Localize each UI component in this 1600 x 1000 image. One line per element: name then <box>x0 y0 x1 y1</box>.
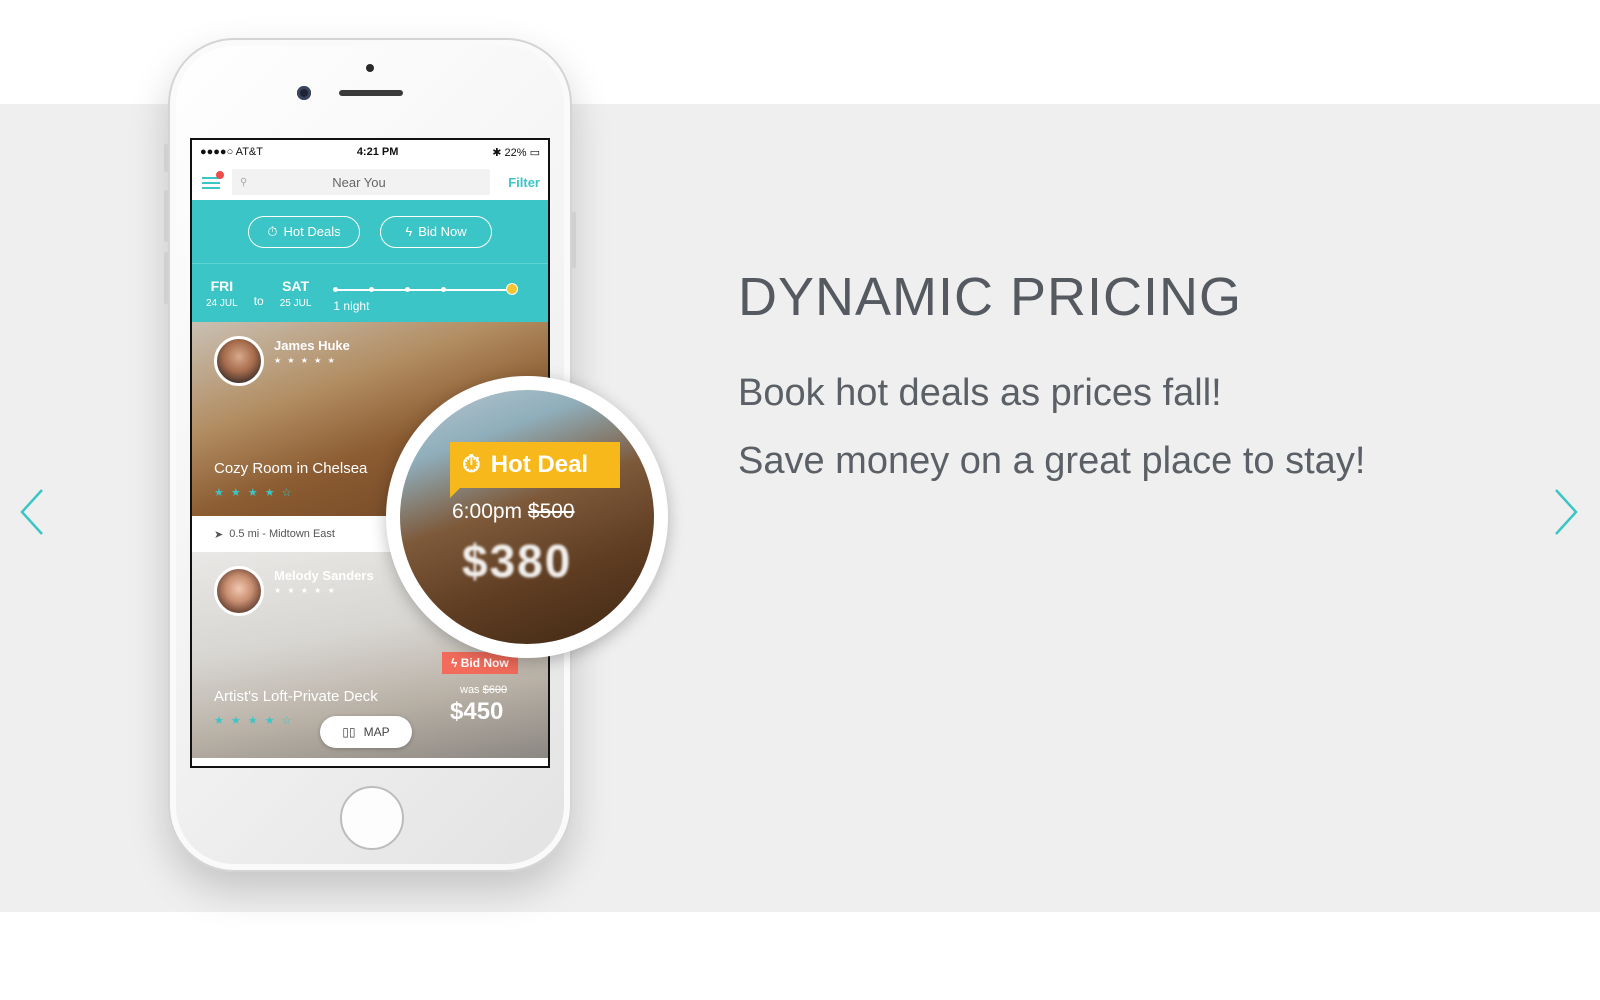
checkout-date[interactable]: SAT 25 JUL <box>280 278 312 309</box>
hot-deal-badge: ⏱ Hot Deal <box>450 442 620 498</box>
checkin-date-label: 24 JUL <box>206 297 238 309</box>
slider-tick <box>333 287 339 292</box>
tab-bid-now[interactable]: ϟ Bid Now <box>380 215 492 248</box>
nights-label: 1 night <box>333 299 370 313</box>
listing-rating: ★ ★ ★ ★ ☆ <box>214 487 294 499</box>
deal-time-label: 6:00pm <box>452 500 523 523</box>
menu-icon-line <box>202 182 220 184</box>
next-slide-button[interactable] <box>1544 482 1584 542</box>
home-button <box>340 786 404 850</box>
host-rating: ★ ★ ★ ★ ★ <box>274 586 337 595</box>
was-price: $600 <box>482 684 508 696</box>
filter-button[interactable]: Filter <box>500 175 540 190</box>
menu-button[interactable] <box>200 171 224 193</box>
timer-icon: ⏱ <box>462 451 481 478</box>
page: ●●●●○ AT&T 4:21 PM ✱ 22% ▭ ⚲ Near You Fi… <box>0 0 1600 1000</box>
tab-bid-now-label: Bid Now <box>418 224 467 239</box>
prev-slide-button[interactable] <box>14 482 54 542</box>
battery-indicator: ✱ 22% ▭ <box>492 146 540 159</box>
listing-title: Artist's Loft-Private Deck <box>214 688 378 705</box>
search-icon: ⚲ <box>240 176 248 188</box>
previous-price: was $600 <box>460 684 507 696</box>
tagline-1: Book hot deals as prices fall! <box>738 372 1222 414</box>
app-toolbar: ⚲ Near You Filter <box>192 164 548 200</box>
timer-icon: ⏱ <box>267 223 278 239</box>
menu-icon-line <box>202 187 220 189</box>
location-label: 0.5 mi - Midtown East <box>229 528 335 540</box>
checkin-date[interactable]: FRI 24 JUL <box>206 278 238 309</box>
clock-label: 4:21 PM <box>356 146 399 158</box>
tab-hot-deals-label: Hot Deals <box>283 224 341 239</box>
host-avatar <box>214 566 264 616</box>
current-price: $450 <box>450 698 504 725</box>
slider-tick <box>441 287 447 292</box>
date-selector: FRI 24 JUL to SAT 25 JUL 1 night <box>192 264 548 322</box>
tab-hot-deals[interactable]: ⏱ Hot Deals <box>248 215 360 248</box>
deal-new-price: $380 <box>462 535 573 587</box>
checkout-date-label: 25 JUL <box>279 297 312 309</box>
chevron-left-icon <box>20 489 43 535</box>
search-placeholder: Near You <box>332 174 386 190</box>
front-camera <box>297 86 311 100</box>
listing-rating: ★ ★ ★ ★ ☆ <box>214 715 294 727</box>
chevron-right-icon <box>1555 489 1578 535</box>
nights-slider[interactable]: 1 night <box>327 273 534 313</box>
deal-tabs: ⏱ Hot Deals ϟ Bid Now <box>192 200 548 264</box>
was-label: was <box>460 684 480 696</box>
hot-deal-label: Hot Deal <box>490 451 589 478</box>
search-input[interactable]: ⚲ Near You <box>232 169 490 195</box>
map-label: MAP <box>363 725 390 739</box>
lightning-icon: ϟ <box>405 224 413 239</box>
mute-switch <box>164 144 168 172</box>
earpiece-speaker <box>339 90 403 96</box>
power-button <box>572 212 576 268</box>
slider-tick <box>369 287 375 292</box>
listing-title: Cozy Room in Chelsea <box>214 460 368 477</box>
proximity-sensor <box>366 64 374 72</box>
host-rating: ★ ★ ★ ★ ★ <box>274 356 337 365</box>
host-name: James Huke <box>274 338 350 353</box>
slider-tick <box>405 287 411 292</box>
hot-deal-magnifier: ⏱ Hot Deal 6:00pm $500 $380 <box>386 376 668 658</box>
volume-up-button <box>164 190 168 242</box>
checkin-day: FRI <box>210 277 234 294</box>
deal-old-price: $500 <box>527 500 575 523</box>
slider-handle[interactable] <box>506 283 518 295</box>
magnified-listing: ⏱ Hot Deal 6:00pm $500 $380 <box>400 390 654 644</box>
battery-label: 22% <box>504 146 527 159</box>
location-arrow-icon: ➤ <box>214 528 224 541</box>
checkout-day: SAT <box>282 277 310 294</box>
map-icon: ▯▯ <box>342 725 356 739</box>
section-heading: DYNAMIC PRICING <box>738 267 1243 327</box>
slider-track <box>335 289 514 291</box>
deal-time: 6:00pm $500 <box>452 500 575 524</box>
bid-now-badge-label: Bid Now <box>460 656 509 670</box>
notification-dot <box>216 171 224 179</box>
host-name: Melody Sanders <box>274 568 374 583</box>
date-separator: to <box>253 294 264 308</box>
carrier-label: ●●●●○ AT&T <box>200 146 263 158</box>
tagline-2: Save money on a great place to stay! <box>738 440 1366 482</box>
map-button[interactable]: ▯▯ MAP <box>320 716 412 748</box>
volume-down-button <box>164 252 168 304</box>
status-bar: ●●●●○ AT&T 4:21 PM ✱ 22% ▭ <box>192 140 548 164</box>
host-avatar <box>214 336 264 386</box>
